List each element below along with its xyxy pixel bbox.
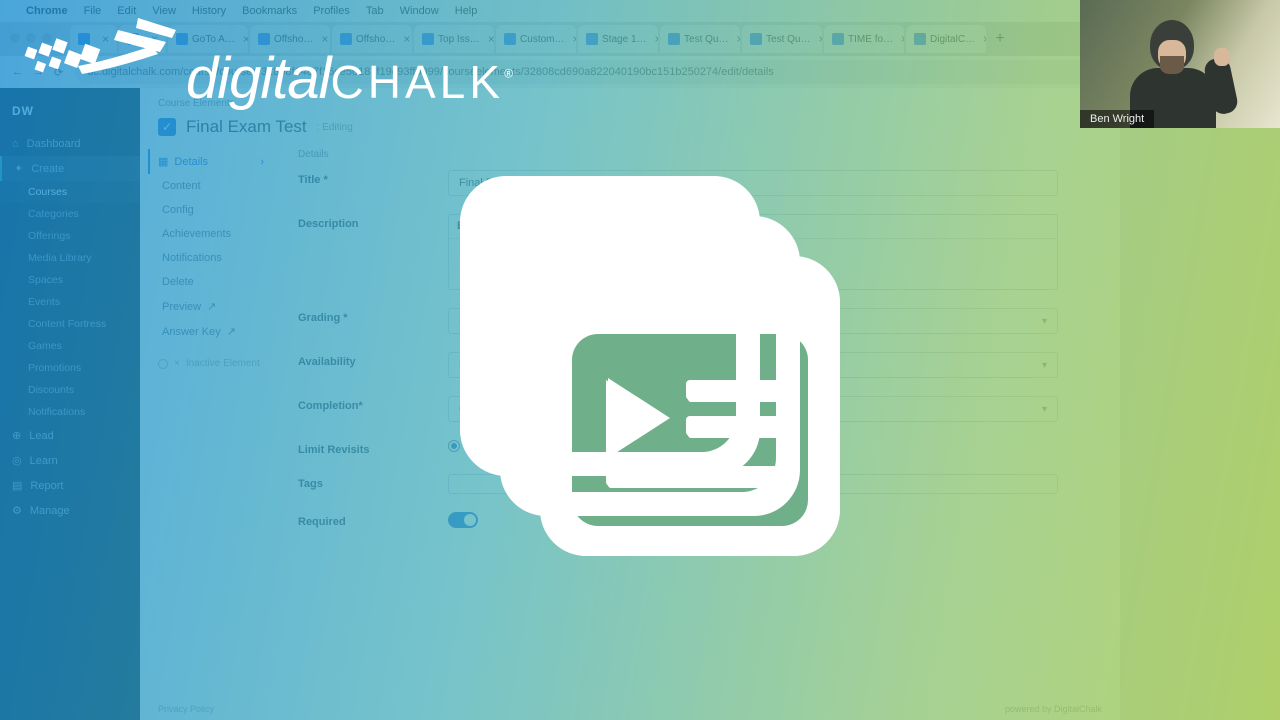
close-icon[interactable]: × bbox=[737, 32, 741, 46]
title-label: Title * bbox=[298, 170, 448, 196]
close-icon[interactable]: × bbox=[901, 32, 904, 46]
sidebar-sub-media[interactable]: Media Library bbox=[0, 247, 140, 269]
sidebar-item-report[interactable]: ▤ Report bbox=[0, 473, 140, 498]
browser-tab[interactable]: TIME fo…× bbox=[824, 25, 904, 53]
required-label: Required bbox=[298, 512, 448, 528]
sidebar-sub-events[interactable]: Events bbox=[0, 291, 140, 313]
localnav-content[interactable]: Content bbox=[158, 174, 268, 198]
close-icon[interactable]: × bbox=[572, 32, 576, 46]
local-nav: ▦ Details › Content Config Achievements … bbox=[158, 149, 268, 546]
desktop-gap bbox=[1120, 88, 1280, 720]
browser-tab[interactable]: Test Qu…× bbox=[742, 25, 822, 53]
localnav-answerkey[interactable]: Answer Key ↗ bbox=[158, 319, 268, 344]
sidebar-item-manage[interactable]: ⚙ Manage bbox=[0, 498, 140, 523]
privacy-link[interactable]: Privacy Policy bbox=[158, 704, 214, 714]
browser-tab[interactable]: Test Qu…× bbox=[660, 25, 740, 53]
sidebar-sub-notifications[interactable]: Notifications bbox=[0, 401, 140, 423]
sidebar-sub-categories[interactable]: Categories bbox=[0, 203, 140, 225]
close-icon[interactable]: × bbox=[655, 32, 659, 46]
presenter-webcam: Ben Wright bbox=[1080, 0, 1280, 128]
powered-by: powered by DigitalChalk bbox=[1005, 704, 1102, 714]
sidebar-sub-offerings[interactable]: Offerings bbox=[0, 225, 140, 247]
page-title: Final Exam Test bbox=[186, 117, 307, 137]
sidebar-item-dashboard[interactable]: ⌂ Dashboard bbox=[0, 132, 140, 156]
availability-label: Availability bbox=[298, 352, 448, 378]
browser-tab[interactable]: Stage 1…× bbox=[578, 25, 658, 53]
description-label: Description bbox=[298, 214, 448, 290]
status-badge: : Editing bbox=[317, 122, 353, 133]
chalk-swoosh-icon bbox=[20, 12, 180, 102]
localnav-achievements[interactable]: Achievements bbox=[158, 222, 268, 246]
sidebar-sub-games[interactable]: Games bbox=[0, 335, 140, 357]
localnav-preview[interactable]: Preview ↗ bbox=[158, 294, 268, 319]
checkbox-icon[interactable]: ✓ bbox=[158, 118, 176, 136]
sidebar-sub-spaces[interactable]: Spaces bbox=[0, 269, 140, 291]
sidebar-sub-courses[interactable]: Courses bbox=[0, 181, 140, 203]
sidebar-sub-fortress[interactable]: Content Fortress bbox=[0, 313, 140, 335]
app-sidebar: DW ⌂ Dashboard ✦ Create Courses Categori… bbox=[0, 88, 140, 720]
sidebar-sub-promotions[interactable]: Promotions bbox=[0, 357, 140, 379]
limit-label: Limit Revisits bbox=[298, 440, 448, 456]
close-icon[interactable]: × bbox=[819, 32, 823, 46]
localnav-details[interactable]: ▦ Details › bbox=[148, 149, 268, 174]
new-tab-button[interactable]: + bbox=[988, 27, 1012, 51]
completion-label: Completion* bbox=[298, 396, 448, 422]
digitalchalk-logo: digitalCHALK® bbox=[20, 12, 512, 102]
sidebar-item-learn[interactable]: ◎ Learn bbox=[0, 448, 140, 473]
sidebar-item-lead[interactable]: ⊕ Lead bbox=[0, 423, 140, 448]
localnav-notifications[interactable]: Notifications bbox=[158, 246, 268, 270]
presenter-name: Ben Wright bbox=[1080, 110, 1154, 128]
sidebar-sub-discounts[interactable]: Discounts bbox=[0, 379, 140, 401]
localnav-delete[interactable]: Delete bbox=[158, 270, 268, 294]
video-thumbnail-icon[interactable] bbox=[430, 156, 850, 581]
inactive-element-toggle[interactable]: × Inactive Element bbox=[158, 358, 268, 369]
sidebar-item-create[interactable]: ✦ Create bbox=[0, 156, 140, 181]
close-icon[interactable]: × bbox=[983, 32, 986, 46]
presenter-figure bbox=[1118, 14, 1228, 124]
localnav-config[interactable]: Config bbox=[158, 198, 268, 222]
grading-label: Grading * bbox=[298, 308, 448, 334]
browser-tab[interactable]: DigitalC…× bbox=[906, 25, 986, 53]
tags-label: Tags bbox=[298, 474, 448, 494]
